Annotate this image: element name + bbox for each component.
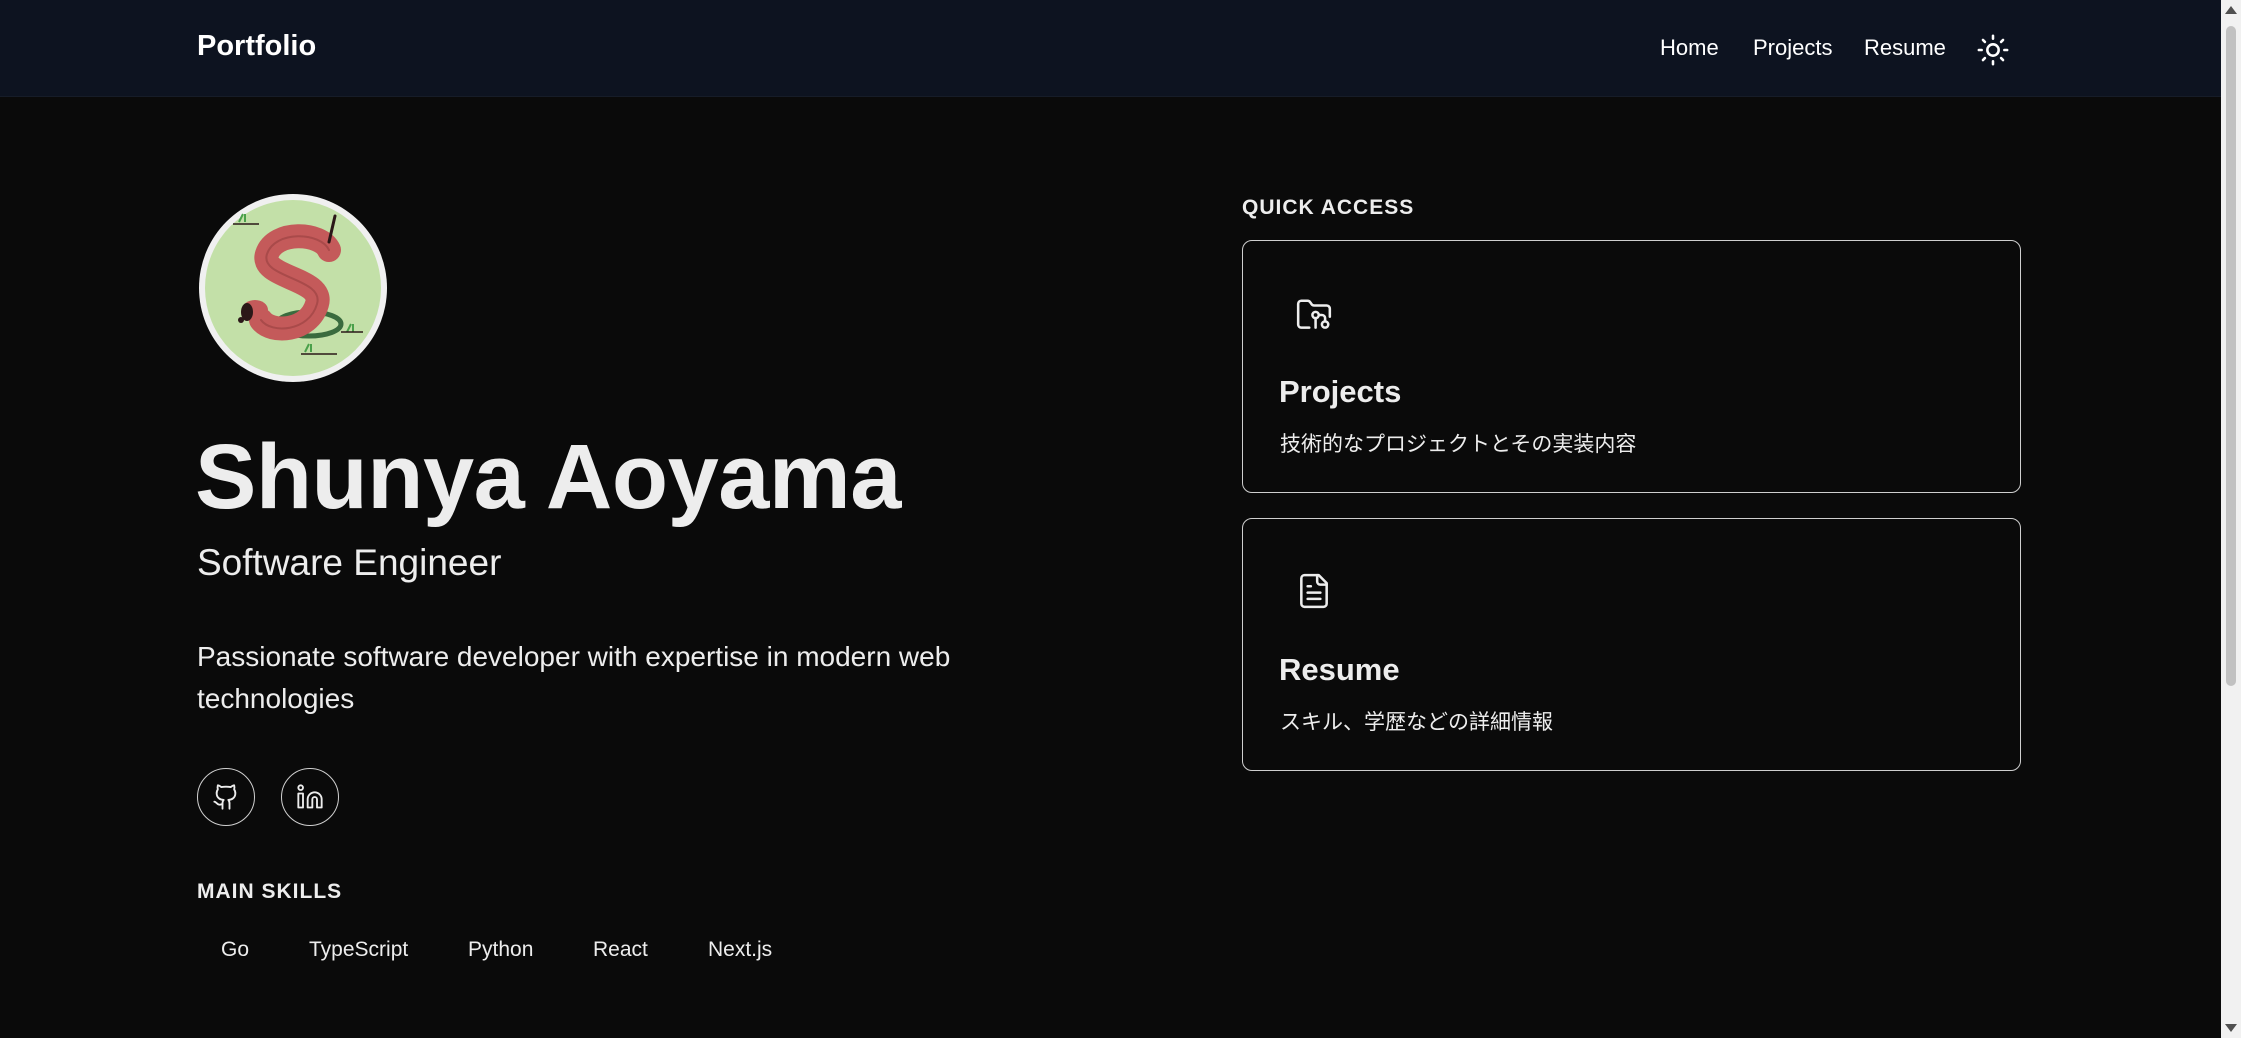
scroll-thumb[interactable] <box>2226 26 2236 686</box>
resume-card-title: Resume <box>1279 652 1400 687</box>
sun-icon <box>1977 34 2009 66</box>
skill-tag: Next.js <box>708 938 773 961</box>
scroll-up-arrow-icon[interactable] <box>2225 6 2237 14</box>
top-navbar: Portfolio Home Projects Resume <box>0 0 2221 97</box>
github-icon <box>213 784 237 810</box>
linkedin-icon <box>297 784 323 809</box>
skill-tag: TypeScript <box>309 938 409 961</box>
projects-card-description: 技術的なプロジェクトとその実装内容 <box>1280 432 1637 456</box>
dachshund-s-logo <box>199 194 387 382</box>
nav-projects-link[interactable]: Projects <box>1753 35 1832 61</box>
projects-card-title: Projects <box>1279 374 1402 409</box>
quick-access-label: QUICK ACCESS <box>1242 196 1415 219</box>
profile-role: Software Engineer <box>197 542 502 583</box>
page-scrollbar[interactable] <box>2221 0 2241 1038</box>
avatar <box>197 192 389 384</box>
folder-git-icon <box>1295 296 1333 334</box>
document-icon <box>1295 572 1333 610</box>
nav-home-link[interactable]: Home <box>1660 35 1719 61</box>
profile-name: Shunya Aoyama <box>195 426 901 528</box>
resume-card[interactable]: Resume スキル、学歴などの詳細情報 <box>1242 518 2021 771</box>
projects-card[interactable]: Projects 技術的なプロジェクトとその実装内容 <box>1242 240 2021 493</box>
scroll-down-arrow-icon[interactable] <box>2225 1024 2237 1032</box>
skill-tag: Go <box>221 938 250 961</box>
profile-bio: Passionate software developer with exper… <box>197 641 951 714</box>
linkedin-link[interactable] <box>281 768 339 826</box>
github-link[interactable] <box>197 768 255 826</box>
nav-resume-link[interactable]: Resume <box>1864 35 1946 61</box>
resume-card-description: スキル、学歴などの詳細情報 <box>1280 710 1553 734</box>
skill-tag: Python <box>468 938 534 961</box>
theme-toggle-button[interactable] <box>1976 33 2010 67</box>
brand-logo[interactable]: Portfolio <box>197 30 316 63</box>
skill-tag: React <box>593 938 648 961</box>
main-skills-label: MAIN SKILLS <box>197 880 343 903</box>
